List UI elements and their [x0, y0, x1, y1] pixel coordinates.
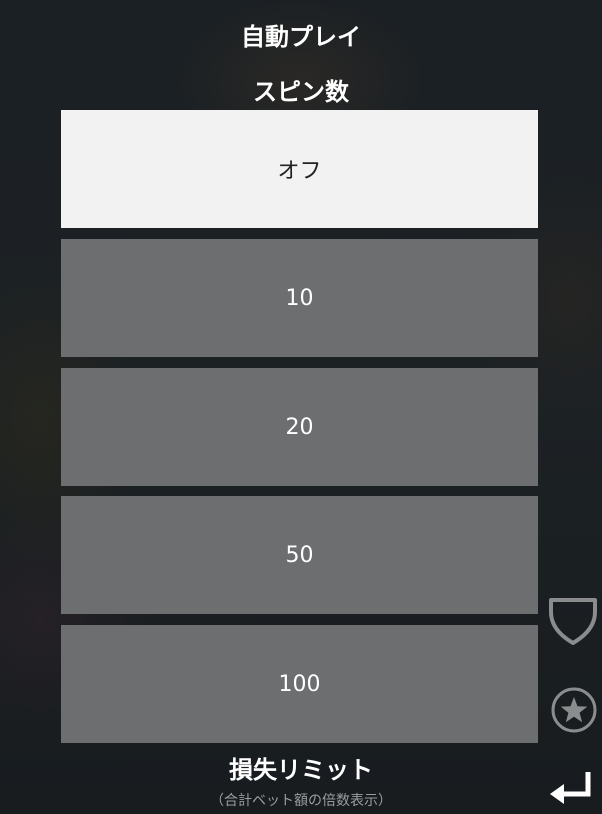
page-title: 自動プレイ — [241, 23, 361, 51]
spin-option-20[interactable]: 20 — [61, 368, 538, 486]
spin-option-label: 100 — [278, 671, 321, 697]
spin-option-label: 10 — [285, 285, 314, 311]
spin-option-100[interactable]: 100 — [61, 625, 538, 743]
shield-icon[interactable] — [548, 596, 598, 646]
spin-option-10[interactable]: 10 — [61, 239, 538, 357]
spin-option-off[interactable]: オフ — [61, 110, 538, 228]
return-arrow-icon[interactable] — [548, 770, 594, 810]
spin-option-label: オフ — [277, 159, 322, 184]
loss-limit-note: （合計ベット額の倍数表示） — [210, 793, 392, 809]
loss-limit-heading: 損失リミット — [229, 756, 373, 784]
spin-option-50[interactable]: 50 — [61, 496, 538, 614]
star-icon[interactable] — [550, 686, 598, 734]
spin-option-label: 20 — [285, 414, 314, 440]
spin-option-label: 50 — [285, 542, 314, 568]
spin-count-heading: スピン数 — [253, 78, 349, 106]
